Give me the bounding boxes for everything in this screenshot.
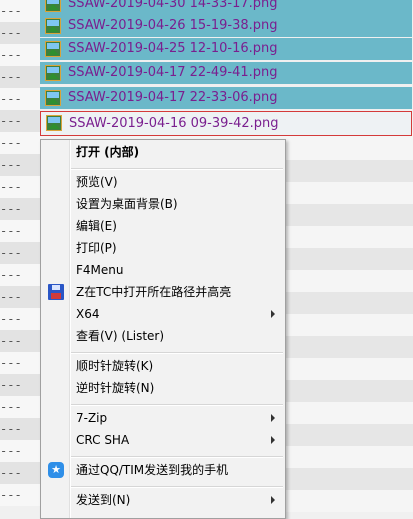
menu-item-open[interactable]: 打开 (内部) bbox=[41, 141, 285, 163]
file-name: SSAW-2019-04-17 22-33-06.png bbox=[68, 90, 278, 105]
dash-cell: --- bbox=[0, 176, 40, 198]
file-name: SSAW-2019-04-16 09-39-42.png bbox=[69, 116, 279, 131]
menu-label: 发送到(N) bbox=[76, 493, 131, 507]
dash-cell: --- bbox=[0, 154, 40, 176]
image-file-icon bbox=[45, 90, 61, 106]
file-row-focused[interactable]: SSAW-2019-04-16 09-39-42.png bbox=[40, 111, 412, 136]
image-file-icon bbox=[45, 65, 61, 81]
context-menu: 打开 (内部) 预览(V) 设置为桌面背景(B) 编辑(E) 打印(P) F4M… bbox=[40, 139, 286, 519]
dash-cell: --- bbox=[0, 418, 40, 440]
image-file-icon bbox=[46, 115, 62, 131]
menu-label: X64 bbox=[76, 307, 100, 321]
dash-cell: --- bbox=[0, 44, 40, 66]
menu-label: F4Menu bbox=[76, 263, 124, 277]
menu-separator bbox=[71, 456, 283, 458]
menu-label: 编辑(E) bbox=[76, 219, 117, 233]
menu-label: 查看(V) (Lister) bbox=[76, 329, 165, 343]
dash-cell: --- bbox=[0, 308, 40, 330]
image-file-icon bbox=[45, 18, 61, 34]
menu-item-view-lister[interactable]: 查看(V) (Lister) bbox=[41, 325, 285, 347]
menu-label: 打开 (内部) bbox=[76, 145, 140, 159]
dash-cell: --- bbox=[0, 88, 40, 110]
menu-label: 通过QQ/TIM发送到我的手机 bbox=[76, 463, 229, 477]
menu-label: CRC SHA bbox=[76, 433, 130, 447]
menu-label: 打印(P) bbox=[76, 241, 117, 255]
menu-item-send-qq[interactable]: ★ 通过QQ/TIM发送到我的手机 bbox=[41, 459, 285, 481]
floppy-disk-icon bbox=[48, 284, 64, 300]
dash-cell: --- bbox=[0, 286, 40, 308]
dash-cell: --- bbox=[0, 440, 40, 462]
submenu-arrow-icon bbox=[271, 310, 275, 318]
file-list-background bbox=[286, 138, 413, 515]
menu-label: 设置为桌面背景(B) bbox=[76, 197, 178, 211]
dash-cell: --- bbox=[0, 374, 40, 396]
file-row[interactable]: SSAW-2019-04-30 14-33-17.png bbox=[40, 0, 412, 15]
image-file-icon bbox=[45, 0, 61, 12]
dash-cell: --- bbox=[0, 132, 40, 154]
menu-item-7zip[interactable]: 7-Zip bbox=[41, 407, 285, 429]
image-file-icon bbox=[45, 41, 61, 57]
menu-item-set-wallpaper[interactable]: 设置为桌面背景(B) bbox=[41, 193, 285, 215]
file-name: SSAW-2019-04-25 12-10-16.png bbox=[68, 41, 278, 56]
menu-item-rotate-ccw[interactable]: 逆时针旋转(N) bbox=[41, 377, 285, 399]
dash-cell: --- bbox=[0, 396, 40, 418]
dash-cell: --- bbox=[0, 484, 40, 506]
menu-label: 顺时针旋转(K) bbox=[76, 359, 154, 373]
file-row[interactable]: SSAW-2019-04-26 15-19-38.png bbox=[40, 15, 412, 37]
file-row[interactable]: SSAW-2019-04-17 22-33-06.png bbox=[40, 87, 412, 109]
file-name: SSAW-2019-04-17 22-49-41.png bbox=[68, 65, 278, 80]
dash-cell: --- bbox=[0, 220, 40, 242]
menu-label: 逆时针旋转(N) bbox=[76, 381, 155, 395]
file-row[interactable]: SSAW-2019-04-25 12-10-16.png bbox=[40, 38, 412, 60]
dash-cell: --- bbox=[0, 330, 40, 352]
menu-separator bbox=[71, 352, 283, 354]
dash-cell: --- bbox=[0, 264, 40, 286]
dash-cell: --- bbox=[0, 352, 40, 374]
qq-star-icon: ★ bbox=[48, 462, 64, 478]
menu-separator bbox=[71, 486, 283, 488]
submenu-arrow-icon bbox=[271, 496, 275, 504]
menu-item-crc-sha[interactable]: CRC SHA bbox=[41, 429, 285, 451]
menu-label: Z在TC中打开所在路径并高亮 bbox=[76, 285, 232, 299]
menu-label: 7-Zip bbox=[76, 411, 108, 425]
menu-item-print[interactable]: 打印(P) bbox=[41, 237, 285, 259]
dash-cell: --- bbox=[0, 22, 40, 44]
dash-cell: --- bbox=[0, 110, 40, 132]
submenu-arrow-icon bbox=[271, 436, 275, 444]
dash-cell: --- bbox=[0, 66, 40, 88]
menu-item-f4menu[interactable]: F4Menu bbox=[41, 259, 285, 281]
menu-item-x64[interactable]: X64 bbox=[41, 303, 285, 325]
menu-label: 预览(V) bbox=[76, 175, 118, 189]
menu-item-open-in-tc[interactable]: Z在TC中打开所在路径并高亮 bbox=[41, 281, 285, 303]
menu-item-preview[interactable]: 预览(V) bbox=[41, 171, 285, 193]
menu-separator bbox=[71, 404, 283, 406]
left-column: --- --- --- --- --- --- --- --- --- --- … bbox=[0, 0, 40, 515]
menu-item-edit[interactable]: 编辑(E) bbox=[41, 215, 285, 237]
menu-item-rotate-cw[interactable]: 顺时针旋转(K) bbox=[41, 355, 285, 377]
dash-cell: --- bbox=[0, 0, 40, 22]
submenu-arrow-icon bbox=[271, 414, 275, 422]
dash-cell: --- bbox=[0, 198, 40, 220]
menu-separator bbox=[71, 168, 283, 170]
menu-item-send-to[interactable]: 发送到(N) bbox=[41, 489, 285, 511]
dash-cell: --- bbox=[0, 462, 40, 484]
file-name: SSAW-2019-04-30 14-33-17.png bbox=[68, 0, 278, 11]
dash-cell: --- bbox=[0, 242, 40, 264]
file-row[interactable]: SSAW-2019-04-17 22-49-41.png bbox=[40, 62, 412, 84]
file-name: SSAW-2019-04-26 15-19-38.png bbox=[68, 18, 278, 33]
